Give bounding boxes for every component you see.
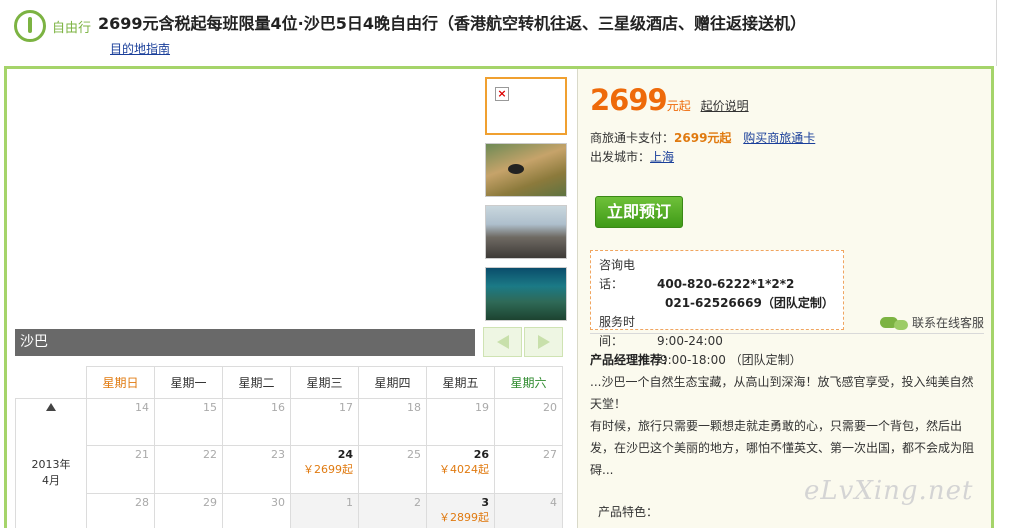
calendar-day: 25 [358,445,427,494]
calendar-day: 14 [86,397,155,447]
weekday-sun: 星期日 [86,366,155,399]
calendar-day: 15 [154,397,223,447]
card-pay-row: 商旅通卡支付：2699元起 购买商旅通卡 [590,129,815,146]
weekday-fri: 星期五 [426,366,495,399]
calendar-day: 27 [494,445,563,494]
product-title: 2699元含税起每班限量4位·沙巴5日4晚自由行（香港航空转机往返、三星级酒店、… [98,14,807,33]
calendar-day: 17 [290,397,359,447]
thumbnail-2[interactable] [485,143,567,197]
arrow-right-icon [537,335,550,349]
page-header: 自由行 2699元含税起每班限量4位·沙巴5日4晚自由行（香港航空转机往返、三星… [0,0,1010,66]
product-frame: × 沙巴 星期日 星期一 星期二 星期三 星期四 星期五 星期六 2013年 4… [4,66,994,528]
price-explain-link[interactable]: 起价说明 [701,99,749,113]
thumbnail-3[interactable] [485,205,567,259]
calendar-year: 2013年 [31,458,71,471]
header-divider [996,0,997,66]
calendar-week-1: 2013年 4月 14 15 16 17 18 19 20 [15,397,563,528]
calendar-day-next-month: 1 [290,492,359,528]
thumbnail-1[interactable]: × [485,77,567,135]
category-tag: 自由行 [52,21,92,36]
next-button[interactable] [524,327,563,357]
booking-panel: 2699元起 起价说明 商旅通卡支付：2699元起 购买商旅通卡 出发城市：上海… [577,69,991,528]
prev-month-button[interactable] [21,401,81,414]
arrow-left-icon [496,335,509,349]
calendar-day: 21 [86,445,155,494]
day-price: ￥2899起 [439,510,489,524]
price-unit: 元起 [666,99,691,113]
clock-icon [14,10,46,42]
calendar-month: 4月 [42,474,60,487]
departure-city-link[interactable]: 上海 [650,150,674,164]
buy-card-link[interactable]: 购买商旅通卡 [743,131,815,145]
book-now-button[interactable]: 立即预订 [595,196,683,228]
price-amount: 2699 [590,83,668,117]
features-heading: 产品特色： [598,505,659,519]
calendar-week-3: 28 29 30 1 2 3 ￥2899起 4 [16,492,563,528]
triangle-up-icon [46,403,56,411]
calendar-month-cell: 2013年 4月 [15,398,87,528]
thumbnail-4[interactable] [485,267,567,321]
departure-label: 出发城市： [590,150,651,164]
weekday-sat: 星期六 [494,366,563,399]
calendar-day-next-month: 2 [358,492,427,528]
hours-label: 服务时间： [599,315,636,348]
departure-calendar: 星期日 星期一 星期二 星期三 星期四 星期五 星期六 2013年 4月 14 … [15,366,563,528]
phone-label: 咨询电话： [599,258,636,291]
gallery-panel: × 沙巴 星期日 星期一 星期二 星期三 星期四 星期五 星期六 2013年 4… [7,69,577,528]
online-service-link[interactable]: 联系在线客服 [880,314,984,331]
calendar-day-next-month: 4 [494,492,563,528]
phone-number-1: 400-820-6222*1*2*2 [657,277,795,291]
day-price: ￥4024起 [439,463,489,477]
hours-1: 9:00-24:00 [657,334,723,348]
card-pay-label: 商旅通卡支付： [590,131,675,145]
calendar-day: 28 [86,492,155,528]
calendar-day: 19 [426,397,495,447]
weekday-wed: 星期三 [290,366,359,399]
price-block: 2699元起 起价说明 [590,83,749,117]
gallery-nav [483,327,563,357]
recommend-line-2: 有时候，旅行只需要一颗想走就走勇敢的心，只需要一个背包，然后出发，在沙巴这个美丽… [590,419,975,477]
calendar-day: 22 [154,445,223,494]
calendar-corner [15,366,87,399]
phone-number-2: 021-62526669（团队定制） [665,296,834,310]
online-service-label: 联系在线客服 [912,316,985,330]
calendar-day-available[interactable]: 24 ￥2699起 [290,445,359,494]
card-pay-value: 2699元起 [674,131,732,145]
calendar-day-available[interactable]: 26 ￥4024起 [426,445,495,494]
calendar-day: 23 [222,445,291,494]
section-divider [590,333,984,334]
manager-recommendation: 产品经理推荐： ...沙巴一个自然生态宝藏，从高山到深海！放飞感官享受，投入纯美… [590,349,984,481]
calendar-day: 18 [358,397,427,447]
calendar-day: 29 [154,492,223,528]
thumbnail-strip: × [485,77,569,329]
calendar-header-row: 星期日 星期一 星期二 星期三 星期四 星期五 星期六 [15,366,563,399]
recommend-heading: 产品经理推荐： [590,353,675,367]
watermark: eLvXing.net [804,476,974,506]
recommend-line-1: ...沙巴一个自然生态宝藏，从高山到深海！放飞感官享受，投入纯美自然天堂！ [590,375,974,411]
departure-row: 出发城市：上海 [590,148,674,165]
weekday-thu: 星期四 [358,366,427,399]
calendar-day-available[interactable]: 3 ￥2899起 [426,492,495,528]
broken-image-icon: × [495,87,509,101]
calendar-day: 20 [494,397,563,447]
weekday-mon: 星期一 [154,366,223,399]
calendar-day: 16 [222,397,291,447]
chat-bubble-icon [880,317,908,330]
destination-guide-link[interactable]: 目的地指南 [110,42,170,56]
weekday-tue: 星期二 [222,366,291,399]
contact-box: 咨询电话： 400-820-6222*1*2*2 021-62526669（团队定… [590,250,844,367]
day-price: ￥2699起 [303,463,353,477]
gallery-caption: 沙巴 [15,329,475,356]
calendar-day: 30 [222,492,291,528]
clownfish-image [508,164,524,174]
prev-button[interactable] [483,327,522,357]
page-title: 2699元含税起每班限量4位·沙巴5日4晚自由行（香港航空转机往返、三星级酒店、… [98,12,818,61]
calendar-week-2: 21 22 23 24 ￥2699起 25 26 ￥4024起 27 [16,445,563,494]
